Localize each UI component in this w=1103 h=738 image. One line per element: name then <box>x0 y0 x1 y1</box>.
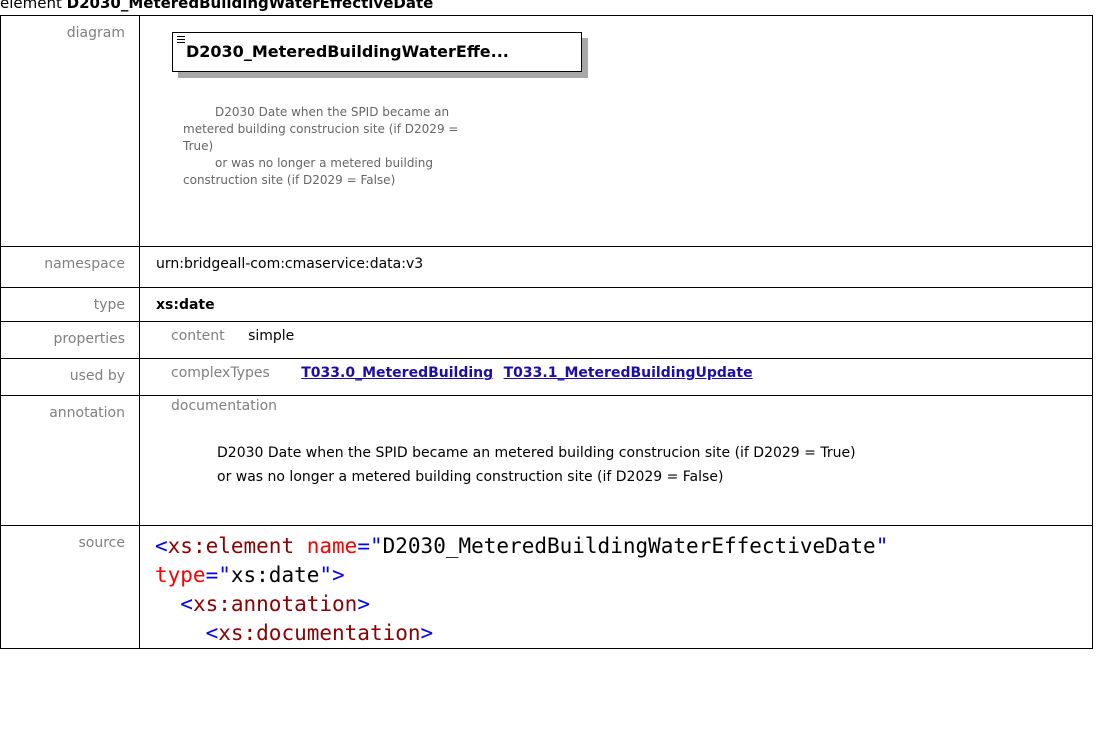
diagram-cell: D2030_MeteredBuildingWaterEffe... D2030 … <box>139 15 1093 247</box>
source-attr-value: xs:date <box>230 563 320 587</box>
used-by-link-metered-building[interactable]: T033.0_MeteredBuilding <box>301 365 493 381</box>
label-source: source <box>0 525 140 649</box>
annotation-doc-line: or was no longer a metered building cons… <box>217 469 724 485</box>
diagram-element-box[interactable]: D2030_MeteredBuildingWaterEffe... <box>172 32 582 72</box>
row-source: source <xs:element name="D2030_MeteredBu… <box>0 525 1093 649</box>
row-namespace: namespace urn:bridgeall-com:cmaservice:d… <box>0 246 1093 288</box>
source-tag: xs:documentation <box>218 621 421 645</box>
page-title: element D2030_MeteredBuildingWaterEffect… <box>0 0 1103 14</box>
row-diagram: diagram D2030_MeteredBuildingWaterEffe..… <box>0 15 1093 247</box>
label-namespace: namespace <box>0 246 140 288</box>
used-by-cell: complexTypes T033.0_MeteredBuilding T033… <box>139 358 1093 396</box>
label-used-by: used by <box>0 358 140 396</box>
source-attr: type <box>155 563 206 587</box>
row-type: type xs:date <box>0 287 1093 322</box>
source-code: <xs:element name="D2030_MeteredBuildingW… <box>139 525 1093 649</box>
row-used-by: used by complexTypes T033.0_MeteredBuild… <box>0 358 1093 396</box>
row-properties: properties content simple <box>0 321 1093 359</box>
element-lines-icon <box>177 36 185 45</box>
diagram-doc-line: metered building construcion site (if D2… <box>183 122 459 136</box>
annotation-doc-line: D2030 Date when the SPID became an meter… <box>217 445 856 461</box>
annotation-key: documentation <box>171 398 278 414</box>
property-key: content <box>171 328 225 344</box>
source-tag: xs:element <box>167 534 295 558</box>
label-annotation: annotation <box>0 395 140 526</box>
namespace-value: urn:bridgeall-com:cmaservice:data:v3 <box>139 246 1093 288</box>
label-type: type <box>0 287 140 322</box>
diagram-doc-line: construction site (if D2029 = False) <box>183 173 396 187</box>
diagram-doc-line: or was no longer a metered building <box>215 156 433 170</box>
annotation-cell: documentation D2030 Date when the SPID b… <box>139 395 1093 526</box>
label-diagram: diagram <box>0 15 140 247</box>
type-value: xs:date <box>139 287 1093 322</box>
row-annotation: annotation documentation D2030 Date when… <box>0 395 1093 526</box>
source-attr: name <box>306 534 358 558</box>
diagram-element-name: D2030_MeteredBuildingWaterEffe... <box>186 42 509 61</box>
title-element-name: D2030_MeteredBuildingWaterEffectiveDate <box>66 0 434 12</box>
used-by-key: complexTypes <box>171 365 270 381</box>
used-by-link-metered-building-update[interactable]: T033.1_MeteredBuildingUpdate <box>504 365 753 381</box>
source-attr-value: D2030_MeteredBuildingWaterEffectiveDate <box>382 534 876 558</box>
element-properties-table: diagram D2030_MeteredBuildingWaterEffe..… <box>0 15 1093 649</box>
source-tag: xs:annotation <box>192 592 358 616</box>
annotation-documentation: D2030 Date when the SPID became an meter… <box>171 441 1092 489</box>
property-value: simple <box>248 328 295 344</box>
diagram-doc-line: True) <box>183 139 214 153</box>
diagram-doc-line: D2030 Date when the SPID became an <box>215 105 450 119</box>
label-properties: properties <box>0 321 140 359</box>
diagram: D2030_MeteredBuildingWaterEffe... D2030 … <box>140 16 1092 246</box>
title-kind: element <box>0 0 62 12</box>
diagram-documentation: D2030 Date when the SPID became an meter… <box>183 104 603 189</box>
properties-cell: content simple <box>139 321 1093 359</box>
